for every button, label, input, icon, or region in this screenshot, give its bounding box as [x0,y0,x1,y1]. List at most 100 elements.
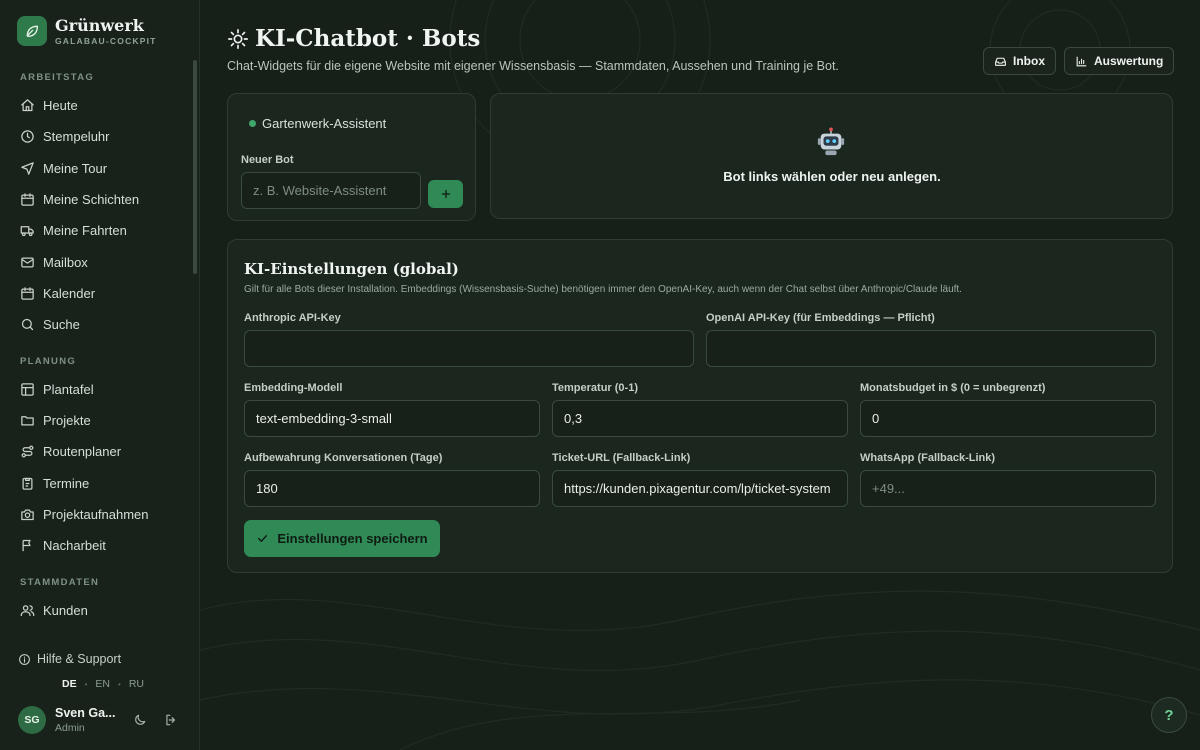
language-option-ru[interactable]: RU [129,678,144,690]
page-title: KI-Chatbot · Bots [255,25,481,52]
sidebar-item-meine-tour[interactable]: Meine Tour [12,154,188,182]
sidebar-item-projektaufnahmen[interactable]: Projektaufnahmen [12,500,188,528]
save-settings-label: Einstellungen speichern [277,531,428,546]
save-settings-button[interactable]: Einstellungen speichern [244,520,440,557]
sidebar-item-meine-fahrten[interactable]: Meine Fahrten [12,216,188,244]
sidebar-item-label: Nacharbeit [43,537,106,553]
main-content: KI-Chatbot · Bots Chat-Widgets für die e… [200,0,1200,750]
page-header: KI-Chatbot · Bots [227,25,480,52]
brand-subtitle: GALABAU-COCKPIT [55,35,157,46]
logout-icon[interactable] [164,713,178,727]
retention-label: Aufbewahrung Konversationen (Tage) [244,452,443,464]
sun-icon [228,28,248,49]
calendar-icon [21,286,34,300]
help-support-link[interactable]: Hilfe & Support [18,652,121,666]
sidebar-item-kalender[interactable]: Kalender [12,279,188,307]
status-dot [249,120,256,127]
temperature-input[interactable]: 0,3 [552,400,848,437]
avatar: SG [18,706,46,734]
sidebar-item-label: Stempeluhr [43,128,110,144]
sidebar-item-termine[interactable]: Termine [12,469,188,497]
page-subtitle: Chat-Widgets für die eigene Website mit … [227,59,839,73]
bot-detail-card: Bot links wählen oder neu anlegen. [490,93,1173,219]
leaf-icon [17,16,47,46]
analytics-label: Auswertung [1094,54,1164,68]
new-bot-label: Neuer Bot [241,154,294,166]
openai-key-label: OpenAI API-Key (für Embeddings — Pflicht… [706,312,935,324]
whatsapp-input[interactable]: +49... [860,470,1156,507]
sidebar-item-heute[interactable]: Heute [12,91,188,119]
sidebar-item-label: Heute [43,97,78,113]
clipboard-icon [22,477,33,490]
user-profile[interactable]: SG Sven Ga... Admin [18,706,117,734]
sidebar-item-mailbox[interactable]: Mailbox [12,248,188,276]
sidebar-item-routenplaner[interactable]: Routenplaner [12,437,188,465]
truck-icon [20,225,34,236]
clock-icon [21,129,34,143]
sidebar-item-stempeluhr[interactable]: Stempeluhr [12,122,188,150]
calendar-icon [21,192,34,206]
sidebar-item-label: Meine Fahrten [43,222,127,238]
help-fab-button[interactable]: ? [1151,697,1187,733]
sidebar-item-nacharbeit[interactable]: Nacharbeit [12,531,188,559]
sidebar-item-label: Kalender [43,285,96,301]
navigation-icon [21,161,34,175]
openai-key-input[interactable] [706,330,1156,367]
ticket-url-label: Ticket-URL (Fallback-Link) [552,452,691,464]
language-option-en[interactable]: EN [95,678,110,690]
retention-input[interactable]: 180 [244,470,540,507]
global-settings-card: KI-Einstellungen (global) Gilt für alle … [227,239,1173,573]
sidebar-item-label: Projektaufnahmen [43,506,149,522]
analytics-button[interactable]: Auswertung [1064,47,1175,75]
flag-icon [22,539,31,551]
sidebar-item-label: Mailbox [43,254,88,270]
sidebar-item-label: Suche [43,316,80,332]
budget-label: Monatsbudget in $ (0 = unbegrenzt) [860,382,1046,394]
add-bot-button[interactable] [428,180,463,208]
section-label-stammdaten: STAMMDATEN [20,577,100,588]
temperature-label: Temperatur (0-1) [552,382,638,394]
anthropic-key-label: Anthropic API-Key [244,312,341,324]
camera-icon [21,509,34,520]
inbox-button[interactable]: Inbox [983,47,1056,75]
help-support-label: Hilfe & Support [37,652,122,666]
settings-description: Gilt für alle Bots dieser Installation. … [244,284,962,295]
section-label-planung: PLANUNG [20,356,77,367]
brand[interactable]: Grünwerk GALABAU-COCKPIT [17,16,157,46]
sidebar-item-label: Meine Tour [43,160,108,176]
sidebar-item-suche[interactable]: Suche [12,310,188,338]
sidebar-item-label: Routenplaner [43,443,122,459]
moon-icon[interactable] [133,713,147,727]
search-icon [21,318,34,330]
sidebar-item-label: Termine [43,475,90,491]
new-bot-input[interactable]: z. B. Website-Assistent [241,172,421,209]
embedding-model-input[interactable]: text-embedding-3-small [244,400,540,437]
users-icon [20,604,35,616]
sidebar-nav: ARBEITSTAG Heute Stempeluhr Meine Tour M… [0,64,200,636]
sidebar-item-label: Kunden [43,602,88,618]
inbox-icon [995,57,1006,66]
brand-name: Grünwerk [55,15,144,35]
budget-input[interactable]: 0 [860,400,1156,437]
whatsapp-label: WhatsApp (Fallback-Link) [860,452,996,464]
language-option-de[interactable]: DE [62,678,77,690]
empty-state-text: Bot links wählen oder neu anlegen. [723,169,941,184]
bot-list-card: Gartenwerk-Assistent Neuer Bot z. B. Web… [227,93,476,221]
sidebar-item-plantafel[interactable]: Plantafel [12,375,188,403]
user-name: Sven Ga... [55,706,116,720]
check-icon [258,535,268,542]
anthropic-key-input[interactable] [244,330,694,367]
sidebar-item-kunden[interactable]: Kunden [12,596,188,624]
robot-icon [817,127,845,156]
info-icon [19,653,30,665]
inbox-label: Inbox [1013,54,1045,68]
sidebar-item-meine-schichten[interactable]: Meine Schichten [12,185,188,213]
route-icon [21,445,34,457]
bar-chart-icon [1076,56,1087,66]
sidebar-item-projekte[interactable]: Projekte [12,406,188,434]
ticket-url-input[interactable]: https://kunden.pixagentur.com/lp/ticket-… [552,470,848,507]
sidebar: Grünwerk GALABAU-COCKPIT ARBEITSTAG Heut… [0,0,200,750]
mail-icon [21,257,34,267]
section-label-arbeitstag: ARBEITSTAG [20,72,95,83]
bot-list-item[interactable]: Gartenwerk-Assistent [262,116,386,131]
